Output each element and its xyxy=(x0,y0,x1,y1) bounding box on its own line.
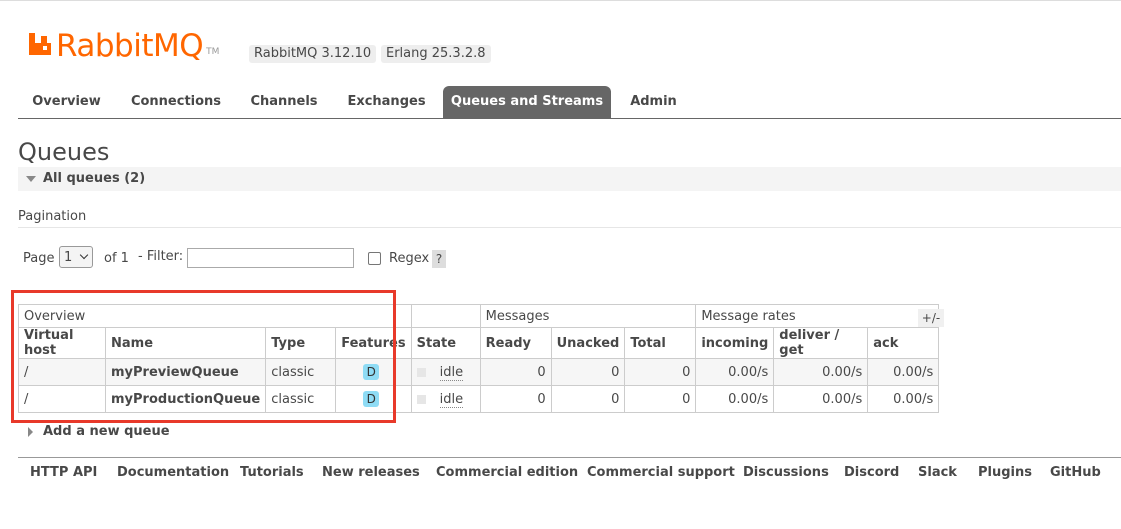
queue-name-link[interactable]: myProductionQueue xyxy=(104,385,267,413)
group-header-overview: Overview xyxy=(18,304,412,328)
cell-total: 0 xyxy=(624,358,697,386)
footer-link-plugins[interactable]: Plugins xyxy=(978,465,1032,480)
filter-bar: Page 1 of 1 - Filter: Regex ? xyxy=(23,246,923,270)
table-row: / myProductionQueue classic D idle 0 0 0… xyxy=(18,385,940,413)
group-header-blank xyxy=(411,304,481,328)
cell-unacked: 0 xyxy=(550,385,626,413)
footer-link-tutorials[interactable]: Tutorials xyxy=(240,465,304,480)
footer-link-github[interactable]: GitHub xyxy=(1050,465,1101,480)
cell-ack: 0.00/s xyxy=(867,385,940,413)
footer-link-slack[interactable]: Slack xyxy=(918,465,957,480)
cell-vhost: / xyxy=(18,358,106,386)
col-incoming[interactable]: incoming xyxy=(695,327,775,359)
footer-link-discussions[interactable]: Discussions xyxy=(743,465,829,480)
logo-text: RabbitMQ xyxy=(56,28,204,64)
expand-arrow-icon xyxy=(28,426,33,437)
footer-link-new-releases[interactable]: New releases xyxy=(322,465,420,480)
nav-exchanges[interactable]: Exchanges xyxy=(338,86,435,118)
state-indicator-icon xyxy=(416,367,426,377)
column-toggle-button[interactable]: +/- xyxy=(918,309,944,327)
page-title: Queues xyxy=(18,138,110,166)
cell-incoming: 0.00/s xyxy=(695,358,775,386)
all-queues-section-toggle[interactable]: All queues (2) xyxy=(18,167,1121,191)
group-header-messages: Messages xyxy=(479,304,697,328)
footer-link-http-api[interactable]: HTTP API xyxy=(30,465,97,480)
state-label: idle xyxy=(439,391,464,408)
cell-features: D xyxy=(335,385,412,413)
cell-unacked: 0 xyxy=(550,358,626,386)
nav-admin[interactable]: Admin xyxy=(620,86,687,118)
durable-feature-badge: D xyxy=(363,391,380,407)
cell-state: idle xyxy=(410,385,481,413)
main-nav: Overview Connections Channels Exchanges … xyxy=(18,86,1121,119)
rabbitmq-version-badge: RabbitMQ 3.12.10 xyxy=(249,45,377,63)
cell-ack: 0.00/s xyxy=(867,358,940,386)
page-select-value: 1 xyxy=(64,250,73,265)
section-title: All queues (2) xyxy=(43,171,146,186)
collapse-arrow-icon xyxy=(26,176,36,182)
add-new-queue-toggle[interactable]: Add a new queue xyxy=(28,424,170,439)
logo-trademark: TM xyxy=(206,47,220,57)
col-features[interactable]: Features xyxy=(335,327,412,359)
col-state[interactable]: State xyxy=(410,327,481,359)
page-count-label: of 1 xyxy=(104,251,129,266)
filter-input[interactable] xyxy=(187,248,354,268)
chevron-down-icon xyxy=(79,250,89,260)
cell-state: idle xyxy=(410,358,481,386)
footer-divider xyxy=(18,457,1121,458)
cell-type: classic xyxy=(265,385,337,413)
cell-type: classic xyxy=(265,358,337,386)
pagination-heading: Pagination xyxy=(18,209,87,224)
cell-features: D xyxy=(335,358,412,386)
top-border xyxy=(0,0,1121,1)
regex-label: Regex xyxy=(389,251,430,266)
filter-label: - Filter: xyxy=(138,249,184,264)
state-indicator-icon xyxy=(416,394,426,404)
erlang-version-badge: Erlang 25.3.2.8 xyxy=(381,45,491,63)
group-header-message-rates: Message rates xyxy=(695,304,940,328)
rabbitmq-logo-icon xyxy=(29,33,51,55)
col-deliver-get[interactable]: deliver / get xyxy=(773,327,869,359)
add-new-queue-label: Add a new queue xyxy=(43,424,170,439)
regex-help-button[interactable]: ? xyxy=(432,250,446,268)
cell-incoming: 0.00/s xyxy=(695,385,775,413)
page-select[interactable]: 1 xyxy=(59,246,93,268)
col-ack[interactable]: ack xyxy=(867,327,940,359)
footer-link-documentation[interactable]: Documentation xyxy=(117,465,229,480)
durable-feature-badge: D xyxy=(363,364,380,380)
cell-ready: 0 xyxy=(479,358,552,386)
state-label: idle xyxy=(439,364,464,381)
nav-queues-and-streams[interactable]: Queues and Streams xyxy=(443,86,611,118)
col-name[interactable]: Name xyxy=(104,327,267,359)
col-ready[interactable]: Ready xyxy=(479,327,552,359)
col-total[interactable]: Total xyxy=(624,327,697,359)
footer-link-commercial-edition[interactable]: Commercial edition xyxy=(436,465,578,480)
page-label: Page xyxy=(23,251,55,266)
cell-ready: 0 xyxy=(479,385,552,413)
table-row: / myPreviewQueue classic D idle 0 0 0 0.… xyxy=(18,358,940,386)
col-type[interactable]: Type xyxy=(265,327,337,359)
regex-checkbox[interactable] xyxy=(368,252,381,265)
col-virtual-host[interactable]: Virtual host xyxy=(18,327,106,359)
rabbitmq-logo[interactable]: RabbitMQ TM xyxy=(29,29,219,63)
queues-table: Overview Messages Message rates Virtual … xyxy=(18,304,940,413)
cell-total: 0 xyxy=(624,385,697,413)
cell-vhost: / xyxy=(18,385,106,413)
pagination-divider xyxy=(18,227,1121,228)
col-unacked[interactable]: Unacked xyxy=(550,327,626,359)
cell-deliver-get: 0.00/s xyxy=(773,358,869,386)
nav-channels[interactable]: Channels xyxy=(240,86,328,118)
nav-overview[interactable]: Overview xyxy=(18,86,115,118)
queue-name-link[interactable]: myPreviewQueue xyxy=(104,358,267,386)
cell-deliver-get: 0.00/s xyxy=(773,385,869,413)
footer-link-discord[interactable]: Discord xyxy=(844,465,899,480)
nav-connections[interactable]: Connections xyxy=(122,86,230,118)
footer-link-commercial-support[interactable]: Commercial support xyxy=(587,465,735,480)
